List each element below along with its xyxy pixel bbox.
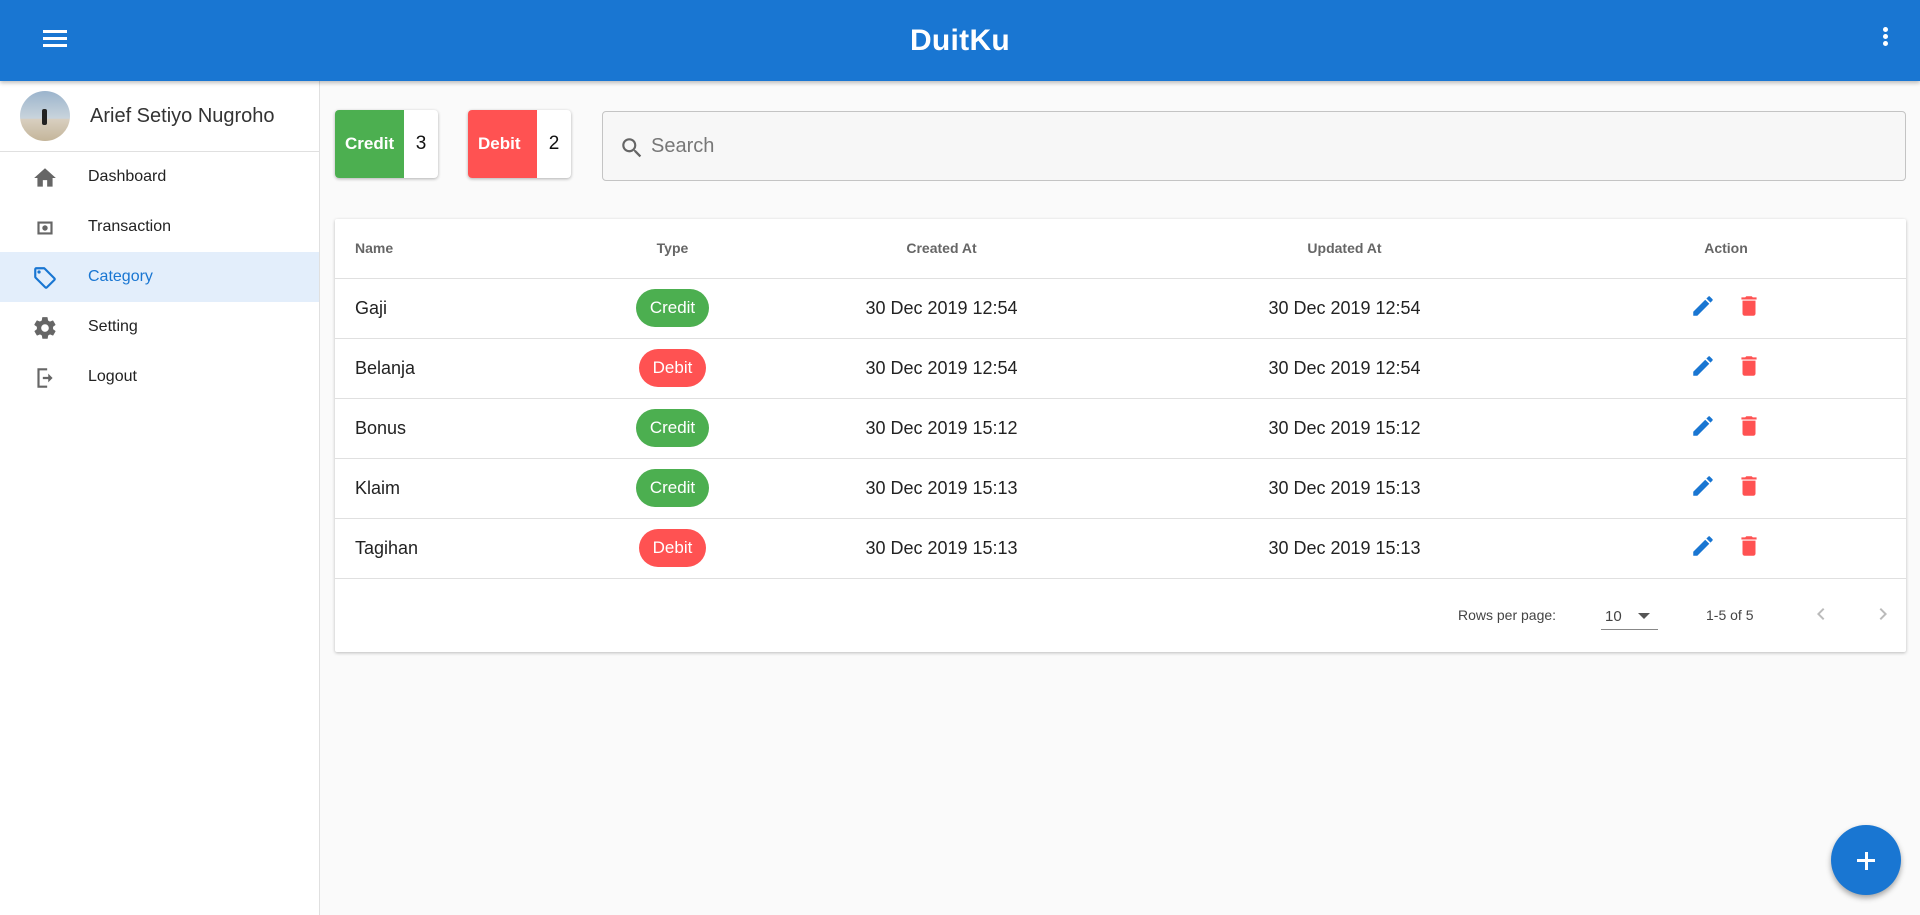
delete-icon[interactable] — [1736, 533, 1762, 559]
profile: Arief Setiyo Nugroho — [0, 81, 319, 152]
cell-name: Belanja — [355, 357, 416, 378]
debit-count: 2 — [548, 133, 560, 154]
cell-type: Credit — [605, 458, 740, 518]
home-icon — [32, 165, 58, 191]
add-category-button[interactable] — [1831, 825, 1901, 895]
search-box — [602, 111, 1906, 181]
rows-per-page-select[interactable]: 10 — [1601, 598, 1658, 630]
cell-name: Gaji — [355, 297, 388, 318]
cell-updated: 30 Dec 2019 12:54 — [1268, 357, 1421, 378]
delete-icon[interactable] — [1736, 473, 1762, 499]
header-created[interactable]: Created At — [740, 219, 1143, 279]
search-icon — [619, 135, 645, 166]
pagination-range: 1-5 of 5 — [1706, 607, 1754, 623]
logout-icon — [32, 365, 58, 391]
sidebar-item-label: Setting — [88, 318, 138, 335]
search-input[interactable] — [651, 124, 1881, 168]
category-table-card: Name Type Created At Updated At Action G… — [335, 219, 1906, 652]
type-badge: Credit — [635, 409, 710, 447]
sidebar-item-label: Dashboard — [88, 168, 167, 185]
app-title: DuitKu — [909, 24, 1011, 57]
cell-updated: 30 Dec 2019 15:13 — [1268, 537, 1421, 558]
delete-icon[interactable] — [1736, 353, 1762, 379]
sidebar-item-transaction[interactable]: Transaction — [0, 202, 319, 252]
credit-label: Credit — [335, 110, 404, 178]
header-name[interactable]: Name — [335, 219, 605, 279]
avatar — [20, 91, 70, 141]
edit-icon[interactable] — [1690, 413, 1716, 439]
edit-icon[interactable] — [1690, 353, 1716, 379]
credit-count-chip[interactable]: Credit 3 — [335, 110, 438, 178]
sidebar-item-setting[interactable]: Setting — [0, 302, 319, 352]
credit-count: 3 — [415, 133, 427, 154]
rows-per-page-value: 10 — [1605, 608, 1622, 625]
cell-action — [1546, 458, 1906, 518]
cell-created: 30 Dec 2019 12:54 — [865, 297, 1018, 318]
tag-icon — [32, 265, 58, 291]
cell-created: 30 Dec 2019 15:12 — [865, 417, 1018, 438]
menu-icon[interactable] — [40, 27, 70, 55]
edit-icon[interactable] — [1690, 473, 1716, 499]
pagination: Rows per page: 10 1-5 of 5 — [335, 580, 1906, 652]
cell-type: Debit — [605, 518, 740, 578]
table-row: Tagihan Debit 30 Dec 2019 15:13 30 Dec 2019… — [335, 518, 1906, 578]
cell-type: Debit — [605, 338, 740, 398]
chevron-left-icon[interactable] — [1809, 602, 1833, 626]
cell-type: Credit — [605, 398, 740, 458]
delete-icon[interactable] — [1736, 293, 1762, 319]
type-badge: Debit — [638, 529, 707, 567]
header-updated[interactable]: Updated At — [1143, 219, 1546, 279]
cell-updated: 30 Dec 2019 12:54 — [1268, 297, 1421, 318]
cell-action — [1546, 518, 1906, 578]
sidebar: Arief Setiyo Nugroho Dashboard Transacti… — [0, 81, 320, 915]
cell-action — [1546, 278, 1906, 338]
money-icon — [32, 215, 58, 241]
type-badge: Credit — [635, 469, 710, 507]
cell-updated: 30 Dec 2019 15:12 — [1268, 417, 1421, 438]
cell-created: 30 Dec 2019 12:54 — [865, 357, 1018, 378]
sidebar-nav: Dashboard Transaction Category Setting L… — [0, 152, 319, 402]
edit-icon[interactable] — [1690, 533, 1716, 559]
header-type[interactable]: Type — [605, 219, 740, 279]
sidebar-item-label: Logout — [88, 368, 137, 385]
category-table: Name Type Created At Updated At Action G… — [335, 219, 1906, 579]
debit-count-chip[interactable]: Debit 2 — [468, 110, 571, 178]
debit-label: Debit — [468, 110, 537, 178]
more-vert-icon[interactable] — [1870, 27, 1900, 55]
gear-icon — [32, 315, 58, 341]
type-badge: Debit — [638, 349, 707, 387]
type-badge: Credit — [635, 289, 710, 327]
cell-name: Tagihan — [355, 537, 419, 558]
sidebar-item-logout[interactable]: Logout — [0, 352, 319, 402]
cell-type: Credit — [605, 278, 740, 338]
cell-name: Klaim — [355, 477, 401, 498]
chevron-down-icon — [1638, 613, 1650, 619]
sidebar-item-dashboard[interactable]: Dashboard — [0, 152, 319, 202]
table-row: Klaim Credit 30 Dec 2019 15:13 30 Dec 2019 … — [335, 458, 1906, 518]
table-row: Gaji Credit 30 Dec 2019 12:54 30 Dec 2019 1… — [335, 278, 1906, 338]
sidebar-item-label: Category — [88, 268, 153, 285]
sidebar-item-category[interactable]: Category — [0, 252, 319, 302]
cell-name: Bonus — [355, 417, 407, 438]
chevron-right-icon[interactable] — [1871, 602, 1895, 626]
edit-icon[interactable] — [1690, 293, 1716, 319]
cell-action — [1546, 338, 1906, 398]
cell-created: 30 Dec 2019 15:13 — [865, 537, 1018, 558]
table-row: Bonus Credit 30 Dec 2019 15:12 30 Dec 2019 … — [335, 398, 1906, 458]
app-bar: DuitKu — [0, 0, 1920, 81]
cell-updated: 30 Dec 2019 15:13 — [1268, 477, 1421, 498]
delete-icon[interactable] — [1736, 413, 1762, 439]
header-action: Action — [1546, 219, 1906, 279]
table-header-row: Name Type Created At Updated At Action — [335, 219, 1906, 279]
rows-per-page-label: Rows per page: — [1458, 607, 1557, 623]
cell-action — [1546, 398, 1906, 458]
sidebar-item-label: Transaction — [88, 218, 171, 235]
table-row: Belanja Debit 30 Dec 2019 12:54 30 Dec 2019… — [335, 338, 1906, 398]
cell-created: 30 Dec 2019 15:13 — [865, 477, 1018, 498]
profile-name: Arief Setiyo Nugroho — [90, 105, 275, 127]
